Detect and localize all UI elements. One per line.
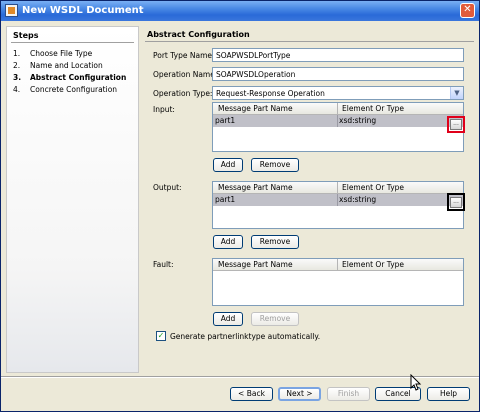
footer-divider-highlight (1, 377, 479, 378)
app-icon (5, 4, 18, 17)
step-name-and-location: 2. Name and Location (13, 61, 103, 70)
steps-divider (11, 42, 134, 43)
close-button[interactable]: ✕ (460, 3, 475, 18)
fault-label: Fault: (153, 260, 174, 269)
column-divider (337, 103, 338, 115)
fault-remove-button: Remove (251, 312, 299, 326)
step-concrete-configuration: 4. Concrete Configuration (13, 85, 118, 94)
browse-type-button[interactable]: ... (450, 119, 462, 130)
column-divider (337, 182, 338, 194)
table-header: Message Part Name Element Or Type (213, 103, 463, 115)
step-abstract-configuration: 3. Abstract Configuration (13, 73, 127, 82)
table-header: Message Part Name Element Or Type (213, 182, 463, 194)
abstract-configuration-panel: Abstract Configuration Port Type Name: S… (143, 26, 476, 373)
part-name-cell[interactable]: part1 (215, 195, 235, 204)
table-header: Message Part Name Element Or Type (213, 259, 463, 271)
operation-name-label: Operation Name: (153, 70, 218, 79)
input-parts-table[interactable]: Message Part Name Element Or Type part1 … (212, 102, 464, 152)
operation-type-select[interactable]: Request-Response Operation ▼ (212, 86, 464, 100)
partnerlink-checkbox-label[interactable]: Generate partnerlinktype automatically. (170, 332, 320, 341)
steps-panel: Steps 1. Choose File Type 2. Name and Loca… (6, 26, 139, 373)
column-header-type: Element Or Type (342, 104, 405, 113)
output-parts-table[interactable]: Message Part Name Element Or Type part1 … (212, 181, 464, 229)
port-type-label: Port Type Name: (153, 51, 215, 60)
chevron-down-icon[interactable]: ▼ (450, 87, 463, 99)
section-divider (145, 41, 474, 42)
column-header-type: Element Or Type (342, 183, 405, 192)
mouse-pointer-icon (410, 374, 422, 391)
element-type-cell[interactable]: xsd:string (339, 116, 376, 125)
operation-name-input[interactable]: SOAPWSDLOperation (212, 67, 464, 81)
wsdl-wizard-window: New WSDL Document ✕ Steps 1. Choose File … (0, 0, 480, 412)
column-header-part: Message Part Name (218, 104, 293, 113)
input-remove-button[interactable]: Remove (251, 158, 299, 172)
fault-add-button[interactable]: Add (213, 312, 243, 326)
next-button[interactable]: Next > (278, 387, 321, 401)
cell-divider (337, 194, 338, 206)
window-title: New WSDL Document (22, 5, 144, 16)
output-label: Output: (153, 183, 182, 192)
page-title: Abstract Configuration (147, 30, 250, 39)
step-choose-file-type: 1. Choose File Type (13, 49, 93, 58)
help-button[interactable]: Help (427, 387, 470, 401)
output-add-button[interactable]: Add (213, 235, 243, 249)
table-row[interactable]: part1 xsd:string (213, 194, 463, 206)
input-add-button[interactable]: Add (213, 158, 243, 172)
output-remove-button[interactable]: Remove (251, 235, 299, 249)
browse-type-button[interactable]: ... (450, 197, 462, 208)
column-header-part: Message Part Name (218, 183, 293, 192)
cell-divider (337, 115, 338, 127)
part-name-cell[interactable]: part1 (215, 116, 235, 125)
column-divider (337, 259, 338, 271)
title-bar[interactable]: New WSDL Document ✕ (1, 1, 479, 21)
partnerlink-checkbox[interactable]: ✓ (156, 331, 166, 341)
input-label: Input: (153, 105, 175, 114)
finish-button: Finish (327, 387, 370, 401)
fault-parts-table[interactable]: Message Part Name Element Or Type (212, 258, 464, 306)
table-row[interactable]: part1 xsd:string (213, 115, 463, 127)
back-button[interactable]: < Back (230, 387, 273, 401)
column-header-type: Element Or Type (342, 260, 405, 269)
port-type-input[interactable]: SOAPWSDLPortType (212, 48, 464, 62)
operation-type-label: Operation Type: (153, 89, 213, 98)
element-type-cell[interactable]: xsd:string (339, 195, 376, 204)
steps-heading: Steps (13, 31, 39, 40)
column-header-part: Message Part Name (218, 260, 293, 269)
